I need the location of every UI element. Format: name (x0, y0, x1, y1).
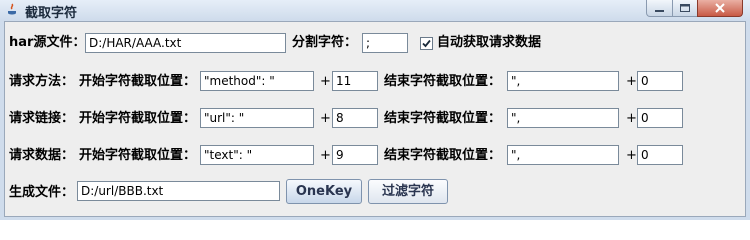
url-end-input[interactable]: ", (507, 108, 619, 128)
data-start-input[interactable]: "text": " (200, 145, 314, 165)
maximize-button[interactable] (672, 0, 698, 17)
method-end-plus-label: + (626, 74, 637, 89)
har-source-input[interactable]: D:/HAR/AAA.txt (85, 33, 286, 53)
minimize-button[interactable] (646, 0, 673, 17)
data-end-offset-input[interactable]: 0 (637, 145, 683, 165)
close-button[interactable] (697, 0, 743, 17)
data-end-input[interactable]: ", (507, 145, 619, 165)
request-url-label: 请求链接： (9, 111, 75, 126)
auto-fetch-checkbox[interactable] (420, 37, 433, 50)
method-end-input[interactable]: ", (507, 71, 619, 91)
output-file-input[interactable]: D:/url/BBB.txt (77, 181, 280, 201)
method-end-offset-input[interactable]: 0 (637, 71, 683, 91)
method-start-label: 开始字符截取位置： (79, 74, 197, 89)
data-end-label: 结束字符截取位置： (384, 148, 502, 163)
method-end-label: 结束字符截取位置： (384, 74, 502, 89)
close-icon (715, 3, 725, 13)
data-plus-label: + (320, 148, 331, 163)
har-source-label: har源文件： (9, 35, 86, 50)
url-plus-label: + (320, 111, 331, 126)
output-file-label: 生成文件： (9, 185, 75, 200)
url-start-offset-input[interactable]: 8 (332, 108, 378, 128)
minimize-icon (655, 10, 664, 12)
data-start-offset-input[interactable]: 9 (332, 145, 378, 165)
java-icon (8, 3, 16, 15)
onekey-button[interactable]: OneKey (286, 179, 362, 204)
checkmark-icon (422, 39, 431, 48)
method-start-input[interactable]: "method": " (200, 71, 314, 91)
app-window: 截取字符 har源文件： D:/HAR/AAA.txt 分割字符： ; 自动获取… (0, 0, 750, 220)
split-char-label: 分割字符： (292, 35, 358, 50)
title-bar[interactable]: 截取字符 (0, 0, 750, 21)
filter-chars-button[interactable]: 过滤字符 (368, 179, 448, 204)
maximize-icon (680, 4, 690, 12)
request-data-label: 请求数据： (9, 148, 75, 163)
url-start-input[interactable]: "url": " (200, 108, 314, 128)
method-plus-label: + (320, 74, 331, 89)
method-start-offset-input[interactable]: 11 (332, 71, 378, 91)
data-end-plus-label: + (626, 148, 637, 163)
request-method-label: 请求方法： (9, 74, 75, 89)
split-char-input[interactable]: ; (362, 33, 408, 53)
auto-fetch-label: 自动获取请求数据 (437, 35, 542, 50)
url-end-label: 结束字符截取位置： (384, 111, 502, 126)
url-end-offset-input[interactable]: 0 (637, 108, 683, 128)
url-start-label: 开始字符截取位置： (79, 111, 197, 126)
url-end-plus-label: + (626, 111, 637, 126)
data-start-label: 开始字符截取位置： (79, 148, 197, 163)
window-title: 截取字符 (25, 6, 78, 21)
